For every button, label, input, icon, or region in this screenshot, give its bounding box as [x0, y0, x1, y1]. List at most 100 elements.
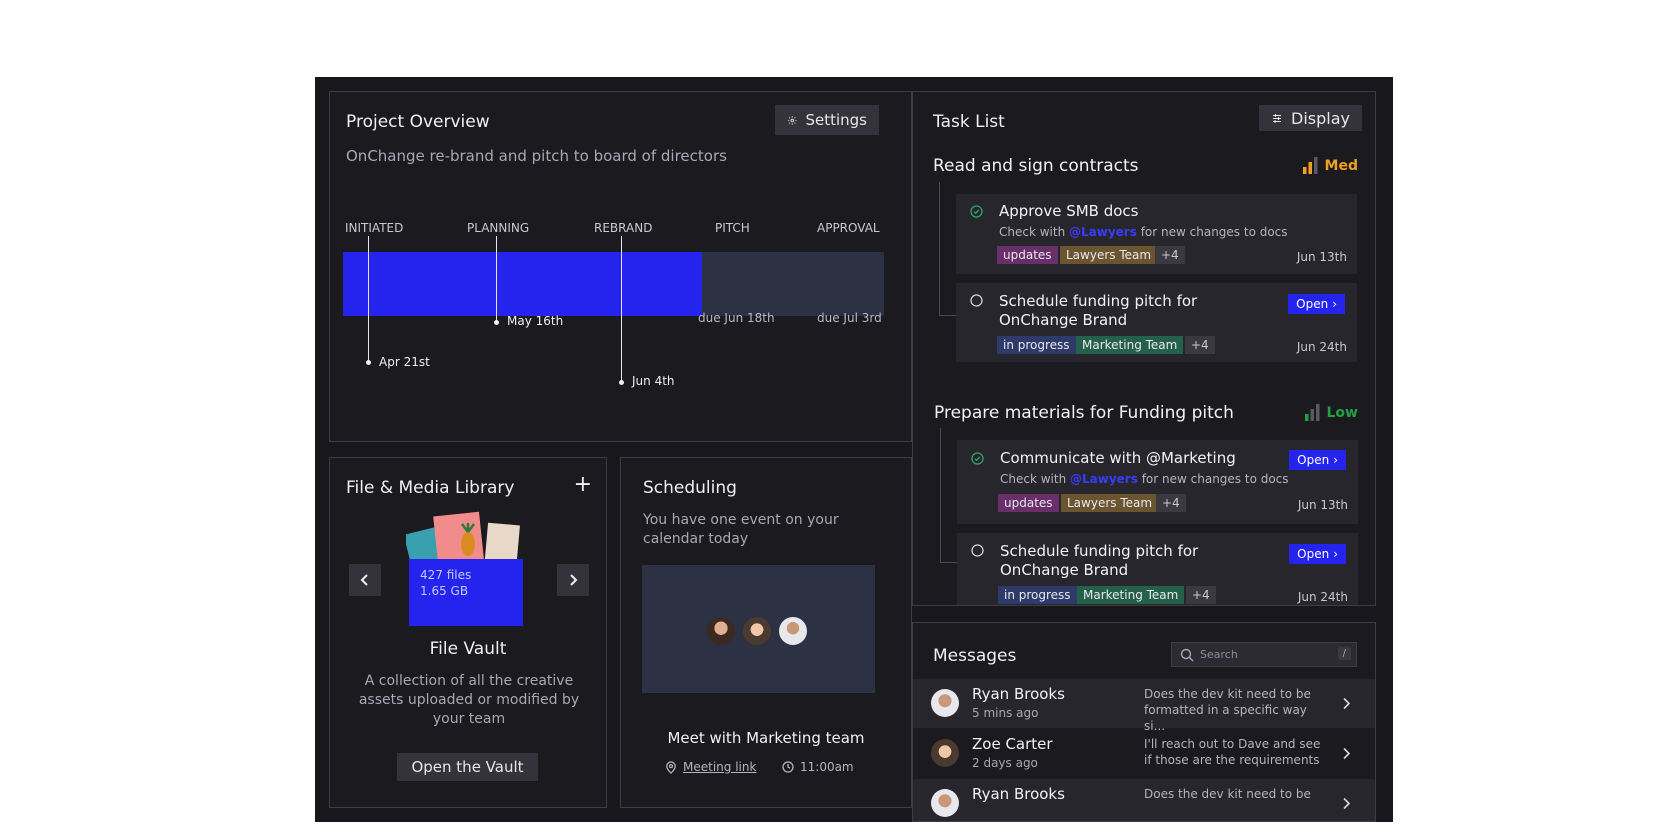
- dashboard-frame: Project Overview Settings OnChange re-br…: [315, 77, 1393, 822]
- clock-icon: [782, 761, 794, 773]
- milestone-line: [621, 236, 622, 382]
- tag-updates: updates: [997, 246, 1058, 264]
- tag-in-progress: in progress: [997, 336, 1076, 354]
- tag-in-progress: in progress: [998, 586, 1077, 604]
- meeting-link-text: Meeting link: [683, 760, 757, 774]
- meeting-link[interactable]: Meeting link: [665, 760, 756, 774]
- avatar: [931, 739, 959, 767]
- check-circle-icon: [971, 452, 984, 465]
- milestone-dot: [366, 360, 371, 365]
- due-date-approval: due Jul 3rd: [817, 311, 882, 325]
- priority-badge: Low: [1304, 404, 1358, 421]
- priority-badge: Med: [1302, 157, 1358, 174]
- task-description: Check with @Lawyers for new changes to d…: [1000, 472, 1289, 486]
- task-card[interactable]: Schedule funding pitch for OnChange Brand…: [957, 533, 1358, 605]
- open-vault-button[interactable]: Open the Vault: [397, 753, 538, 781]
- event-time-text: 11:00am: [800, 760, 854, 774]
- messages-panel: Messages Search / Ryan Brooks 5 mins ago…: [912, 622, 1376, 822]
- display-button[interactable]: Display: [1259, 105, 1362, 131]
- task-date: Jun 13th: [1297, 498, 1348, 512]
- panel-title: Messages: [933, 646, 1017, 666]
- more-tags[interactable]: +4: [1186, 586, 1216, 604]
- task-card[interactable]: Communicate with @Marketing Open › Check …: [957, 440, 1358, 524]
- milestone-dot: [494, 320, 499, 325]
- sender-name: Ryan Brooks: [972, 785, 1065, 803]
- priority-label: Med: [1324, 158, 1358, 174]
- tag-lawyers-team: Lawyers Team: [1060, 246, 1158, 264]
- progress-bar-remaining: [702, 252, 884, 316]
- file-count: 427 files: [420, 568, 472, 582]
- tag-marketing-team: Marketing Team: [1077, 586, 1185, 604]
- tag-updates: updates: [998, 494, 1059, 512]
- next-button[interactable]: [557, 564, 589, 596]
- check-circle-icon: [970, 205, 983, 218]
- plus-icon[interactable]: +: [574, 472, 592, 497]
- file-library-panel: File & Media Library + 427 files 1.65 GB…: [329, 457, 607, 808]
- scheduling-subtitle: You have one event on your calendar toda…: [643, 512, 839, 547]
- due-date-pitch: due Jun 18th: [698, 311, 775, 325]
- prev-button[interactable]: [349, 564, 381, 596]
- chevron-right-icon: [1343, 747, 1351, 760]
- event-time: 11:00am: [782, 760, 854, 774]
- milestone-label: Jun 4th: [632, 374, 675, 388]
- message-preview: Does the dev kit need to be formatted in…: [1144, 687, 1311, 733]
- task-group-title: Read and sign contracts: [933, 156, 1139, 176]
- sender-name: Ryan Brooks: [972, 685, 1065, 703]
- search-icon: [1180, 648, 1194, 662]
- open-button[interactable]: Open ›: [1289, 544, 1346, 564]
- chevron-right-icon: [1343, 797, 1351, 810]
- mention-link[interactable]: @Lawyers: [1069, 225, 1137, 239]
- search-input[interactable]: Search /: [1171, 642, 1357, 667]
- open-button[interactable]: Open ›: [1289, 450, 1346, 470]
- task-date: Jun 24th: [1296, 340, 1347, 354]
- message-preview: Does the dev kit need to be: [1144, 787, 1311, 801]
- empty-circle-icon[interactable]: [970, 294, 983, 307]
- panel-title: File & Media Library: [346, 478, 515, 498]
- event-title: Meet with Marketing team: [667, 729, 865, 747]
- vault-description: A collection of all the creative assets …: [358, 673, 580, 727]
- milestone-line: [496, 236, 497, 322]
- scheduling-panel: Scheduling You have one event on your ca…: [620, 457, 912, 808]
- phase-initiated: INITIATED: [345, 221, 404, 235]
- search-placeholder: Search: [1200, 648, 1238, 661]
- more-tags[interactable]: +4: [1156, 494, 1186, 512]
- task-name: Communicate with @Marketing: [1000, 449, 1236, 467]
- message-time: 2 days ago: [972, 756, 1038, 770]
- task-card[interactable]: Approve SMB docs Check with @Lawyers for…: [956, 194, 1357, 274]
- chevron-right-icon: [570, 574, 578, 586]
- chevron-left-icon: [360, 574, 368, 586]
- message-row[interactable]: Zoe Carter 2 days ago I'll reach out to …: [913, 729, 1375, 778]
- project-overview-panel: Project Overview Settings OnChange re-br…: [329, 91, 912, 442]
- chevron-right-icon: ›: [1333, 453, 1338, 467]
- sender-name: Zoe Carter: [972, 735, 1053, 753]
- avatar: [931, 689, 959, 717]
- task-description: Check with @Lawyers for new changes to d…: [999, 225, 1288, 239]
- milestone-dot: [619, 380, 624, 385]
- settings-button[interactable]: Settings: [775, 105, 879, 135]
- task-list-panel: Task List Display Read and sign contract…: [912, 91, 1376, 606]
- chevron-right-icon: ›: [1332, 297, 1337, 311]
- open-button[interactable]: Open ›: [1288, 294, 1345, 314]
- milestone-line: [368, 236, 369, 362]
- file-size: 1.65 GB: [420, 584, 469, 598]
- avatar: [705, 615, 737, 647]
- message-row[interactable]: Ryan Brooks Does the dev kit need to be: [913, 779, 1375, 821]
- empty-circle-icon[interactable]: [971, 544, 984, 557]
- message-row[interactable]: Ryan Brooks 5 mins ago Does the dev kit …: [913, 679, 1375, 733]
- display-label: Display: [1291, 108, 1350, 128]
- chevron-right-icon: ›: [1333, 547, 1338, 561]
- more-tags[interactable]: +4: [1185, 336, 1215, 354]
- panel-title: Project Overview: [346, 112, 490, 132]
- avatar: [931, 789, 959, 817]
- tag-lawyers-team: Lawyers Team: [1061, 494, 1159, 512]
- event-preview[interactable]: [642, 565, 875, 693]
- more-tags[interactable]: +4: [1155, 246, 1185, 264]
- shortcut-key: /: [1337, 647, 1351, 660]
- task-date: Jun 24th: [1297, 590, 1348, 604]
- task-card[interactable]: Schedule funding pitch for OnChange Brand…: [956, 283, 1357, 362]
- mention-link[interactable]: @Lawyers: [1070, 472, 1138, 486]
- file-vault-folder[interactable]: 427 files 1.65 GB: [409, 559, 523, 626]
- task-name: Approve SMB docs: [999, 202, 1139, 220]
- avatar: [777, 615, 809, 647]
- tag-marketing-team: Marketing Team: [1076, 336, 1184, 354]
